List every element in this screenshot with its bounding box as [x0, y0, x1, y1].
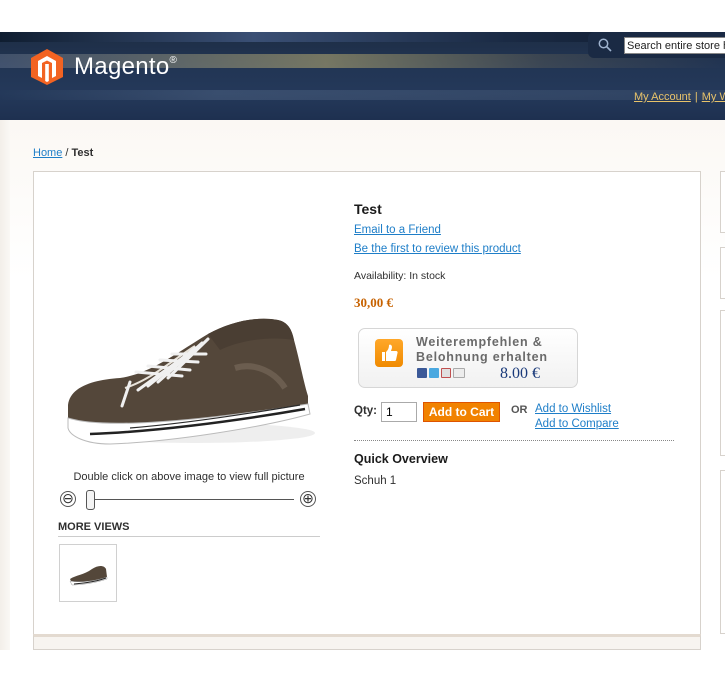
email-to-friend-link[interactable]: Email to a Friend	[354, 224, 441, 236]
image-zoom-control: ⊖ ⊕	[60, 489, 318, 511]
search-area	[588, 32, 725, 58]
right-sidebar-block-4	[720, 470, 725, 634]
header-links: My Account| My Wishlist	[634, 91, 725, 103]
search-icon[interactable]	[598, 38, 612, 52]
reward-amount: 8.00 €	[500, 365, 540, 382]
product-tabs-panel	[33, 634, 701, 650]
breadcrumb: Home / Test	[33, 147, 93, 159]
recommend-title-line-1: Weiterempfehlen &	[416, 335, 543, 349]
or-separator: OR	[511, 404, 528, 416]
magento-logo[interactable]: Magento®	[30, 48, 177, 86]
first-review-link[interactable]: Be the first to review this product	[354, 243, 521, 255]
header-link-separator: |	[694, 91, 698, 103]
more-views-title: MORE VIEWS	[58, 521, 320, 537]
add-to-cart-button[interactable]: Add to Cart	[423, 402, 500, 422]
zoom-hint: Double click on above image to view full…	[73, 471, 305, 483]
recommend-reward-widget[interactable]: Weiterempfehlen & Belohnung erhalten 8.0…	[358, 328, 578, 388]
email-icon[interactable]	[453, 368, 465, 378]
my-wishlist-link[interactable]: My Wishlist	[702, 91, 725, 103]
recommend-title: Weiterempfehlen & Belohnung erhalten	[416, 335, 548, 365]
header-stripe-lower	[0, 90, 725, 100]
facebook-icon[interactable]	[417, 368, 427, 378]
product-price: 30,00 €	[354, 295, 393, 310]
add-to-wishlist-link[interactable]: Add to Wishlist	[535, 403, 611, 415]
qty-label: Qty:	[354, 405, 377, 417]
breadcrumb-current: Test	[71, 147, 94, 159]
logo-text: Magento®	[74, 53, 178, 80]
page-left-border	[0, 120, 10, 650]
more-views-thumbnail[interactable]	[59, 544, 117, 602]
gear-share-icon[interactable]	[441, 368, 451, 378]
twitter-icon[interactable]	[429, 368, 439, 378]
thumbs-up-icon	[375, 339, 403, 367]
product-shoe-image[interactable]	[60, 310, 320, 455]
social-share-icons	[417, 368, 465, 378]
zoom-in-icon[interactable]: ⊕	[300, 491, 316, 507]
right-sidebar-block-3	[720, 310, 725, 456]
top-whitespace	[0, 0, 725, 32]
thumbnail-shoe-image	[69, 566, 108, 586]
product-name: Test	[354, 201, 382, 217]
section-divider	[354, 440, 674, 441]
recommend-title-line-2: Belohnung erhalten	[416, 350, 548, 364]
zoom-slider-track[interactable]	[88, 499, 294, 500]
search-input[interactable]	[624, 37, 725, 54]
availability-status: Availability: In stock	[354, 270, 446, 282]
breadcrumb-home-link[interactable]: Home	[33, 147, 62, 159]
my-account-link[interactable]: My Account	[634, 91, 691, 103]
zoom-out-icon[interactable]: ⊖	[60, 491, 76, 507]
quick-overview-title: Quick Overview	[354, 452, 448, 466]
quick-overview-text: Schuh 1	[354, 475, 397, 487]
magento-logo-icon	[31, 49, 63, 85]
add-to-compare-link[interactable]: Add to Compare	[535, 418, 619, 430]
qty-input[interactable]	[381, 402, 417, 422]
breadcrumb-separator: /	[65, 147, 69, 159]
right-sidebar-block-1	[720, 171, 725, 233]
zoom-slider-handle[interactable]	[86, 490, 95, 510]
right-sidebar-block-2	[720, 247, 725, 299]
